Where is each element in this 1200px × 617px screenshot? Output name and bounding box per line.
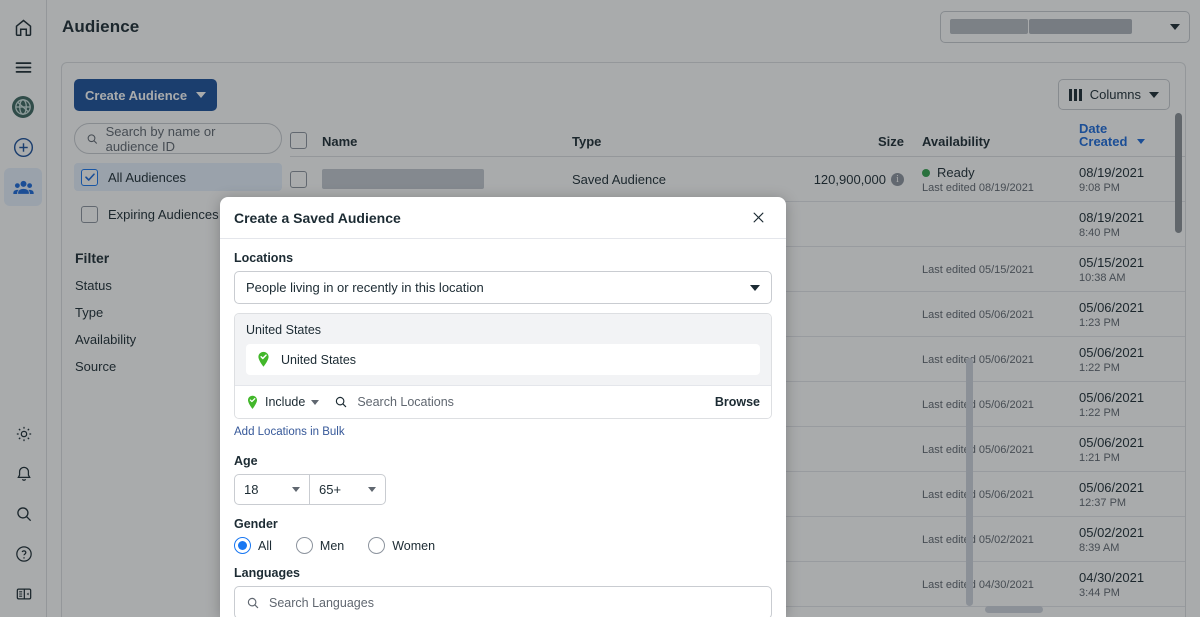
locations-group-title: United States (246, 323, 760, 337)
chevron-down-icon (368, 487, 376, 492)
gender-label: Gender (234, 517, 772, 531)
locations-label: Locations (234, 251, 772, 265)
gender-radio-group: All Men Women (234, 537, 772, 554)
languages-search-placeholder: Search Languages (269, 596, 374, 610)
dialog-title: Create a Saved Audience (234, 210, 401, 226)
location-mode-value: People living in or recently in this loc… (246, 280, 484, 295)
locations-search-placeholder[interactable]: Search Locations (357, 395, 706, 409)
search-icon (334, 395, 348, 409)
include-exclude-select[interactable]: Include (246, 395, 319, 410)
languages-search-input[interactable]: Search Languages (234, 586, 772, 617)
browse-button[interactable]: Browse (715, 395, 760, 409)
page-vertical-scrollbar-thumb[interactable] (966, 358, 973, 606)
chevron-down-icon (750, 285, 760, 291)
locations-group: United States United States (235, 314, 771, 385)
age-min-value: 18 (244, 482, 258, 497)
gender-radio-women[interactable] (368, 537, 385, 554)
age-label: Age (234, 454, 772, 468)
age-max-value: 65+ (319, 482, 341, 497)
age-range-controls: 18 65+ (234, 474, 772, 505)
locations-card: United States United States Include Sear… (234, 313, 772, 419)
age-max-select[interactable]: 65+ (310, 474, 386, 505)
page-horizontal-scrollbar-thumb[interactable] (985, 606, 1043, 613)
pin-check-icon (246, 395, 259, 410)
dialog-header: Create a Saved Audience (220, 197, 786, 239)
app-root: Audience Create Audience Columns (0, 0, 1200, 617)
locations-search-row: Include Search Locations Browse (235, 385, 771, 418)
location-mode-select[interactable]: People living in or recently in this loc… (234, 271, 772, 304)
gender-label-all: All (258, 539, 272, 553)
languages-label: Languages (234, 566, 772, 580)
gender-label-women: Women (392, 539, 435, 553)
create-saved-audience-dialog: Create a Saved Audience Locations People… (220, 197, 786, 617)
gender-radio-men[interactable] (296, 537, 313, 554)
include-label: Include (265, 395, 305, 409)
gender-label-men: Men (320, 539, 344, 553)
dialog-body: Locations People living in or recently i… (220, 239, 786, 617)
close-icon[interactable] (746, 206, 770, 230)
add-locations-bulk-link[interactable]: Add Locations in Bulk (234, 426, 345, 438)
pin-check-icon (256, 351, 271, 368)
location-chip-label: United States (281, 353, 356, 367)
location-chip-united-states[interactable]: United States (246, 344, 760, 375)
search-icon (246, 596, 260, 610)
age-min-select[interactable]: 18 (234, 474, 310, 505)
chevron-down-icon (311, 400, 319, 405)
chevron-down-icon (292, 487, 300, 492)
gender-radio-all[interactable] (234, 537, 251, 554)
